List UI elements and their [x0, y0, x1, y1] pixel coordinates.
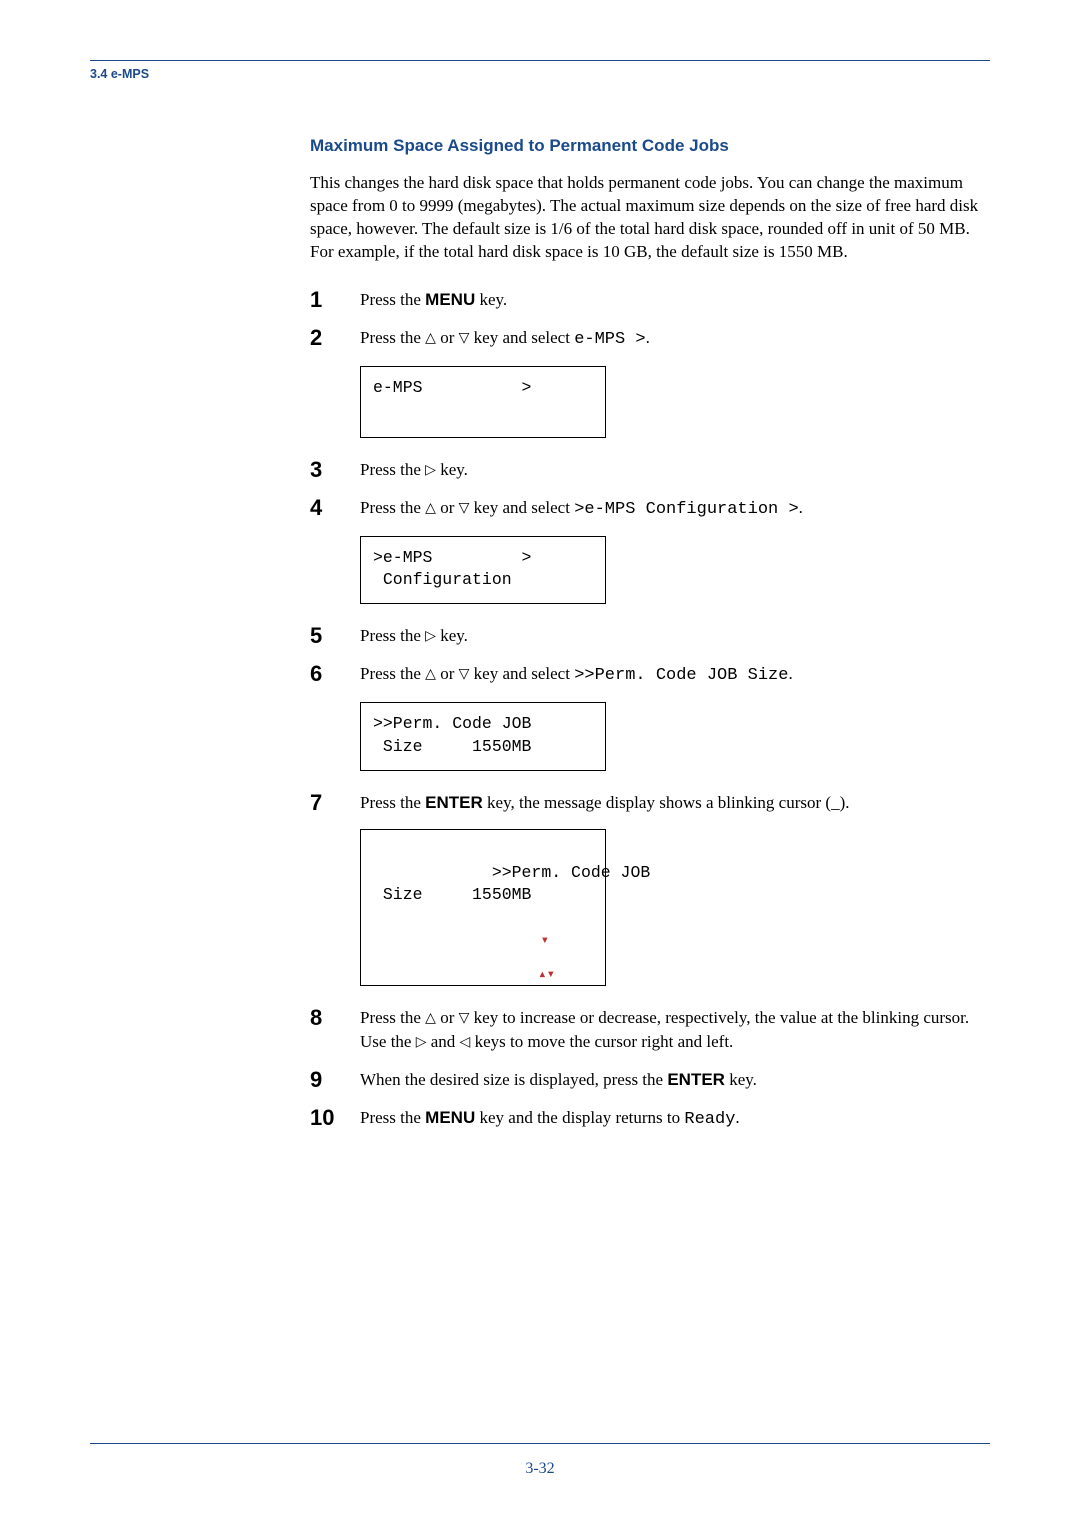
sub-heading: Maximum Space Assigned to Permanent Code… — [310, 136, 980, 156]
key-enter: ENTER — [667, 1070, 725, 1089]
text: . — [788, 664, 792, 683]
step-body: Press the MENU key and the display retur… — [360, 1106, 980, 1132]
text: . — [646, 328, 650, 347]
cursor-indicator-icon: ▴▾ — [538, 966, 555, 985]
step-2: 2 Press the △ or ▽ key and select e-MPS … — [310, 326, 980, 444]
mono-text: Ready — [684, 1110, 735, 1129]
text: Press the — [360, 1008, 425, 1027]
text: Press the — [360, 328, 425, 347]
up-triangle-icon: △ — [425, 499, 436, 519]
step-body: Press the △ or ▽ key and select >>Perm. … — [360, 662, 980, 776]
header-rule — [90, 60, 990, 61]
text: or — [436, 1008, 459, 1027]
step-4: 4 Press the △ or ▽ key and select >e-MPS… — [310, 496, 980, 610]
text: or — [436, 664, 459, 683]
key-enter: ENTER — [425, 793, 483, 812]
right-triangle-icon: ▷ — [425, 627, 436, 647]
text: or — [436, 498, 459, 517]
text: key. — [725, 1070, 757, 1089]
text: Press the — [360, 1108, 425, 1127]
steps-list: 1 Press the MENU key. 2 Press the △ or ▽… — [310, 288, 980, 1132]
right-triangle-icon: ▷ — [416, 1033, 427, 1053]
display-text: >>Perm. Code JOB Size 1550MB — [373, 863, 650, 904]
up-triangle-icon: △ — [425, 1009, 436, 1029]
text: key and select — [469, 498, 574, 517]
page-number: 3-32 — [90, 1460, 990, 1478]
lcd-display: >e-MPS > Configuration — [360, 536, 606, 605]
step-body: Press the ▷ key. — [360, 624, 980, 648]
footer-rule — [90, 1443, 990, 1444]
step-5: 5 Press the ▷ key. — [310, 624, 980, 648]
content: Maximum Space Assigned to Permanent Code… — [310, 136, 980, 1132]
text: key. — [436, 626, 468, 645]
text: . — [735, 1108, 739, 1127]
lcd-display: e-MPS > — [360, 366, 606, 438]
text: key and select — [469, 328, 574, 347]
intro-paragraph: This changes the hard disk space that ho… — [310, 172, 980, 264]
step-number: 4 — [310, 496, 340, 520]
step-body: Press the ▷ key. — [360, 458, 980, 482]
text: and — [427, 1032, 460, 1051]
step-body: Press the MENU key. — [360, 288, 980, 312]
down-triangle-icon: ▽ — [459, 1009, 470, 1029]
step-number: 5 — [310, 624, 340, 648]
key-menu: MENU — [425, 290, 475, 309]
mono-text: >>Perm. Code JOB Size — [574, 666, 788, 685]
step-8: 8 Press the △ or ▽ key to increase or de… — [310, 1006, 980, 1054]
text: Press the — [360, 664, 425, 683]
step-number: 3 — [310, 458, 340, 482]
text: key and select — [469, 664, 574, 683]
lcd-display: >>Perm. Code JOB Size 1550MB ▾ ▴▾ — [360, 829, 606, 987]
text: key. — [475, 290, 507, 309]
step-number: 2 — [310, 326, 340, 350]
down-triangle-icon: ▽ — [459, 499, 470, 519]
mono-text: >e-MPS Configuration > — [574, 500, 798, 519]
text: Press the — [360, 626, 425, 645]
step-10: 10 Press the MENU key and the display re… — [310, 1106, 980, 1132]
up-triangle-icon: △ — [425, 329, 436, 349]
text: key, the message display shows a blinkin… — [483, 793, 850, 812]
down-triangle-icon: ▽ — [459, 665, 470, 685]
step-number: 7 — [310, 791, 340, 815]
mono-text: e-MPS > — [574, 330, 645, 349]
text: Press the — [360, 498, 425, 517]
step-number: 9 — [310, 1068, 340, 1092]
left-triangle-icon: ◁ — [460, 1033, 471, 1053]
step-number: 8 — [310, 1006, 340, 1030]
footer: 3-32 — [90, 1443, 990, 1478]
down-triangle-icon: ▽ — [459, 329, 470, 349]
step-number: 10 — [310, 1106, 340, 1130]
step-number: 1 — [310, 288, 340, 312]
key-menu: MENU — [425, 1108, 475, 1127]
step-3: 3 Press the ▷ key. — [310, 458, 980, 482]
text: When the desired size is displayed, pres… — [360, 1070, 667, 1089]
text: . — [799, 498, 803, 517]
up-triangle-icon: △ — [425, 665, 436, 685]
text: or — [436, 328, 459, 347]
text: key. — [436, 460, 468, 479]
step-1: 1 Press the MENU key. — [310, 288, 980, 312]
page: 3.4 e-MPS Maximum Space Assigned to Perm… — [0, 0, 1080, 1528]
step-number: 6 — [310, 662, 340, 686]
text: Press the — [360, 290, 425, 309]
section-header: 3.4 e-MPS — [90, 67, 990, 81]
step-body: Press the △ or ▽ key to increase or decr… — [360, 1006, 980, 1054]
step-body: When the desired size is displayed, pres… — [360, 1068, 980, 1092]
text: Press the — [360, 793, 425, 812]
step-6: 6 Press the △ or ▽ key and select >>Perm… — [310, 662, 980, 776]
right-triangle-icon: ▷ — [425, 461, 436, 481]
step-9: 9 When the desired size is displayed, pr… — [310, 1068, 980, 1092]
lcd-display: >>Perm. Code JOB Size 1550MB — [360, 702, 606, 771]
step-body: Press the △ or ▽ key and select e-MPS >.… — [360, 326, 980, 444]
step-body: Press the ENTER key, the message display… — [360, 791, 980, 992]
text: Press the — [360, 460, 425, 479]
step-body: Press the △ or ▽ key and select >e-MPS C… — [360, 496, 980, 610]
step-7: 7 Press the ENTER key, the message displ… — [310, 791, 980, 992]
text: key and the display returns to — [475, 1108, 684, 1127]
text: keys to move the cursor right and left. — [470, 1032, 733, 1051]
cursor-indicator-icon: ▾ — [541, 932, 549, 951]
